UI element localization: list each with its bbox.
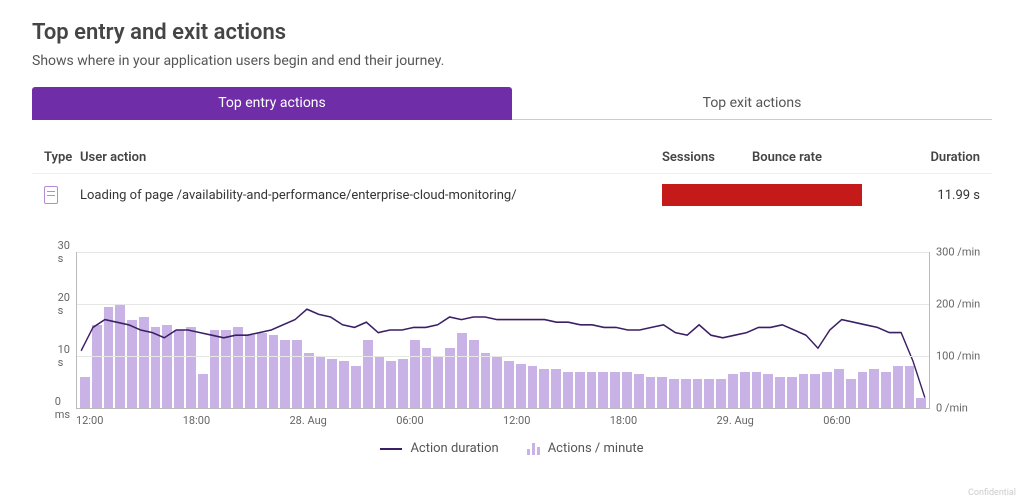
chart-line [81, 309, 925, 397]
chart: 0 ms0 /min10 s100 /min20 s200 /min30 s30… [32, 252, 992, 456]
y-right-tick: 0 /min [936, 402, 968, 415]
col-bounce: Bounce rate [752, 150, 882, 165]
x-tick: 12:00 [503, 414, 610, 427]
table-row[interactable]: Loading of page /availability-and-perfor… [32, 173, 992, 216]
col-duration: Duration [882, 150, 992, 165]
section-subtitle: Shows where in your application users be… [32, 53, 992, 69]
tab-top-entry-actions[interactable]: Top entry actions [32, 87, 512, 120]
x-tick: 29. Aug [717, 414, 824, 427]
y-left-tick: 30 s [58, 239, 70, 265]
row-duration: 11.99 s [882, 188, 992, 203]
line-swatch-icon [380, 448, 402, 450]
row-action: Loading of page /availability-and-perfor… [80, 188, 662, 203]
y-left-tick: 0 ms [55, 395, 70, 421]
col-type: Type [32, 150, 80, 165]
y-left-tick: 20 s [58, 291, 70, 317]
y-right-tick: 200 /min [936, 298, 980, 311]
y-right-tick: 100 /min [936, 350, 980, 363]
x-tick: 28. Aug [290, 414, 397, 427]
bar-swatch-icon [527, 443, 540, 455]
col-sessions: Sessions [662, 150, 752, 165]
legend-label: Actions / minute [548, 441, 644, 456]
legend-action-duration: Action duration [380, 441, 498, 456]
x-tick: 06:00 [823, 414, 930, 427]
x-tick: 18:00 [183, 414, 290, 427]
chart-legend: Action duration Actions / minute [32, 441, 992, 456]
page-icon [44, 186, 58, 204]
x-tick: 12:00 [76, 414, 183, 427]
row-type [32, 186, 80, 204]
y-left-tick: 10 s [58, 343, 70, 369]
x-tick: 06:00 [396, 414, 503, 427]
watermark: Confidential [968, 488, 1016, 498]
legend-label: Action duration [410, 441, 498, 456]
y-right-tick: 300 /min [936, 246, 980, 259]
row-sessions-bounce-bar [662, 184, 862, 206]
col-action: User action [80, 150, 662, 165]
legend-actions-per-minute: Actions / minute [527, 441, 644, 456]
section-title: Top entry and exit actions [32, 20, 992, 45]
x-tick: 18:00 [610, 414, 717, 427]
tab-top-exit-actions[interactable]: Top exit actions [512, 87, 992, 120]
table-header: Type User action Sessions Bounce rate Du… [32, 142, 992, 173]
tab-bar: Top entry actions Top exit actions [32, 87, 992, 120]
entry-actions-table: Type User action Sessions Bounce rate Du… [32, 142, 992, 216]
